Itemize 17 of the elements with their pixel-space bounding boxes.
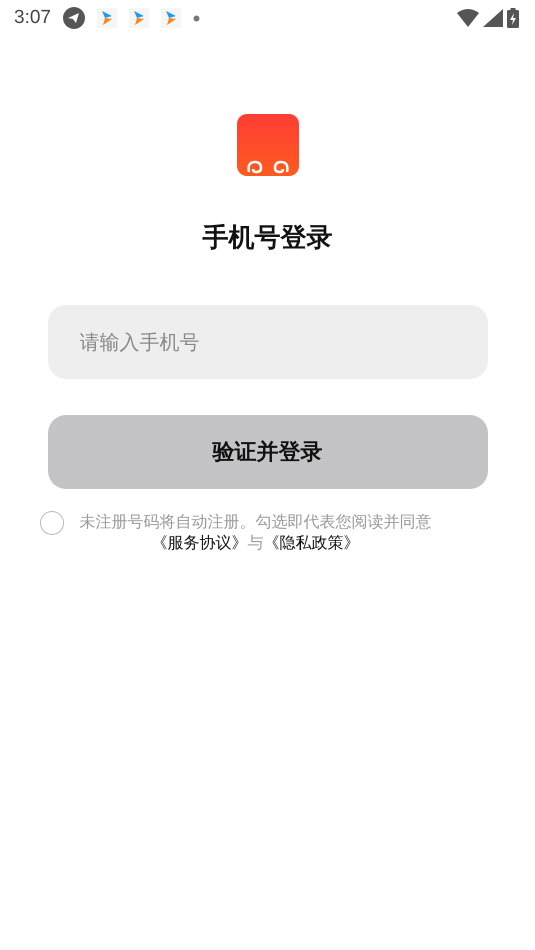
page-title: 手机号登录 (202, 222, 332, 255)
app-notification-icon (96, 8, 117, 28)
service-agreement-link[interactable]: 《服务协议》 (152, 532, 248, 553)
clock-time: 3:07 (14, 7, 51, 29)
agreement-notice: 未注册号码将自动注册。勾选即代表您阅读并同意 (80, 511, 432, 532)
agree-checkbox[interactable] (40, 511, 64, 535)
signal-icon (483, 9, 503, 27)
battery-icon (507, 8, 519, 28)
phone-input-field[interactable]: 请输入手机号 (48, 305, 488, 379)
app-logo (236, 114, 298, 176)
privacy-policy-link[interactable]: 《隐私政策》 (264, 532, 360, 553)
paper-plane-icon (62, 7, 85, 29)
app-notification-icon (128, 8, 149, 28)
dot-icon (192, 14, 200, 22)
wifi-icon (457, 9, 479, 27)
joiner-text: 与 (248, 532, 264, 553)
app-notification-icon (160, 8, 181, 28)
